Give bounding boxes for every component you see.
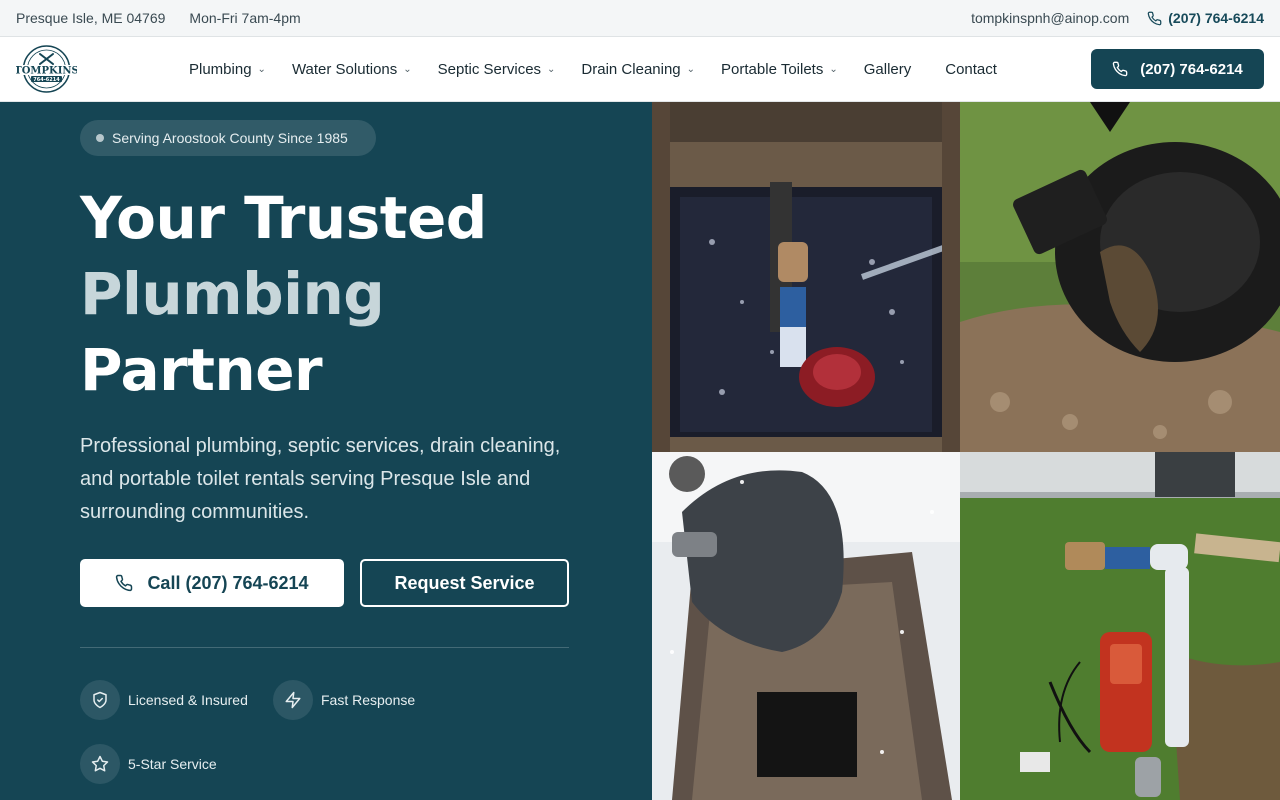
grinder-pump-install-photo: [960, 452, 1280, 800]
nav-item-plumbing[interactable]: Plumbing ⌄: [189, 61, 266, 78]
hours-text: Mon-Fri 7am-4pm: [189, 10, 301, 26]
nav-item-drain-cleaning[interactable]: Drain Cleaning ⌄: [581, 61, 695, 78]
hero-description: Professional plumbing, septic services, …: [80, 435, 561, 523]
chevron-down-icon: ⌄: [686, 63, 696, 75]
phone-icon: [115, 574, 133, 592]
nav-item-label: Septic Services: [437, 60, 542, 78]
nav-item-label: Water Solutions: [291, 60, 398, 78]
chevron-down-icon: ⌄: [403, 63, 412, 75]
nav-item-label: Gallery: [863, 60, 912, 78]
hero-photo-grid: [652, 102, 1280, 800]
phone-icon: [1112, 61, 1128, 77]
nav-item-label: Drain Cleaning: [581, 60, 681, 78]
winter-excavation-photo: [652, 452, 960, 800]
request-service-button[interactable]: Request Service: [360, 559, 569, 607]
chevron-down-icon: ⌄: [547, 63, 556, 75]
feature-label: Fast Response: [321, 692, 416, 708]
company-logo[interactable]: TOMPKINS 764-6214: [14, 44, 79, 94]
nav-menu: Plumbing ⌄ Water Solutions ⌄ Septic Serv…: [189, 37, 1023, 101]
badge-dot-icon: [96, 134, 104, 142]
service-area-badge: Serving Aroostook County Since 1985: [80, 120, 376, 156]
email-link[interactable]: tompkinspnh@ainop.com: [971, 10, 1129, 26]
nav-call-label: (207) 764-6214: [1140, 60, 1243, 78]
chevron-down-icon: ⌄: [829, 63, 838, 75]
nav-item-contact[interactable]: Contact: [945, 61, 997, 78]
feature-fast-response: Fast Response: [273, 680, 415, 720]
feature-label: Licensed & Insured: [128, 692, 248, 708]
nav-item-label: Contact: [945, 60, 997, 78]
topbar-phone-label: (207) 764-6214: [1168, 10, 1264, 26]
feature-five-star: 5-Star Service: [80, 744, 217, 784]
badge-text: Serving Aroostook County Since 1985: [112, 130, 348, 146]
headline-line-3: Partner: [80, 336, 323, 404]
nav-item-water-solutions[interactable]: Water Solutions ⌄: [292, 61, 412, 78]
star-icon: [80, 744, 120, 784]
main-navigation: TOMPKINS 764-6214 Plumbing ⌄ Water Solut…: [0, 37, 1280, 102]
nav-call-button[interactable]: (207) 764-6214: [1091, 49, 1264, 89]
lightning-icon: [273, 680, 313, 720]
top-info-bar: Presque Isle, ME 04769 Mon-Fri 7am-4pm t…: [0, 0, 1280, 37]
feature-licensed: Licensed & Insured: [80, 680, 248, 720]
chevron-down-icon: ⌄: [257, 63, 266, 75]
septic-pipe-clog-photo: [960, 102, 1280, 452]
headline-line-1: Your Trusted: [80, 184, 487, 252]
sump-pump-pit-photo: [652, 102, 960, 452]
hero-divider: [80, 647, 569, 648]
logo-brand-text: TOMPKINS: [16, 66, 77, 77]
topbar-phone-link[interactable]: (207) 764-6214: [1147, 10, 1264, 26]
shield-check-icon: [80, 680, 120, 720]
hero-headline: Your Trusted Plumbing Partner: [80, 180, 620, 408]
nav-item-portable-toilets[interactable]: Portable Toilets ⌄: [721, 61, 838, 78]
nav-item-label: Portable Toilets: [721, 60, 824, 78]
request-service-label: Request Service: [394, 572, 535, 593]
location-text: Presque Isle, ME 04769: [16, 10, 166, 26]
logo-phone-text: 764-6214: [33, 77, 60, 83]
headline-line-2: Plumbing: [80, 260, 385, 328]
feature-label: 5-Star Service: [128, 756, 217, 772]
nav-item-label: Plumbing: [189, 60, 252, 78]
hero-section: Serving Aroostook County Since 1985 Your…: [0, 102, 652, 800]
nav-item-gallery[interactable]: Gallery: [864, 61, 912, 78]
phone-icon: [1147, 11, 1162, 26]
call-now-label: Call (207) 764-6214: [147, 572, 309, 593]
call-now-button[interactable]: Call (207) 764-6214: [80, 559, 344, 607]
nav-item-septic-services[interactable]: Septic Services ⌄: [438, 61, 556, 78]
